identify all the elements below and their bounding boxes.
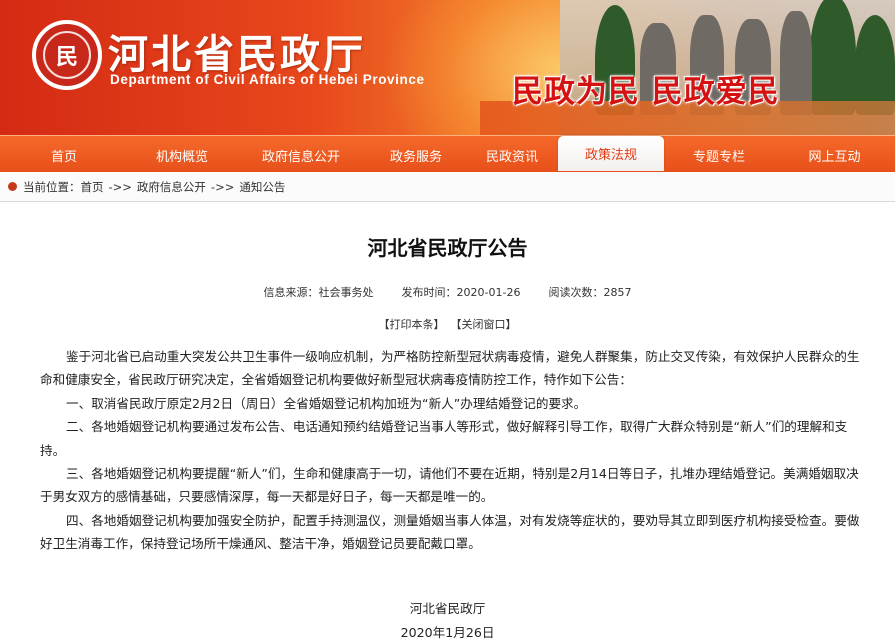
nav-interaction[interactable]: 网上互动 xyxy=(774,139,895,171)
site-title-english: Department of Civil Affairs of Hebei Pro… xyxy=(110,72,425,87)
breadcrumb-gov-info[interactable]: 政府信息公开 xyxy=(137,179,206,195)
main-nav: 首页 机构概览 政府信息公开 政务服务 民政资讯 政策法规 专题专栏 网上互动 xyxy=(0,135,895,172)
meta-views: 阅读次数：2857 xyxy=(548,284,631,300)
nav-news[interactable]: 民政资讯 xyxy=(466,139,558,171)
meta-views-value: 2857 xyxy=(603,286,632,299)
nav-home[interactable]: 首页 xyxy=(0,139,128,171)
article-sign-date: 2020年1月26日 xyxy=(400,625,495,640)
close-window-link[interactable]: 【关闭窗口】 xyxy=(451,316,517,332)
banner-tree xyxy=(855,15,895,115)
print-link[interactable]: 【打印本条】 xyxy=(379,316,445,332)
article-paragraph: 四、各地婚姻登记机构要加强安全防护，配置手持测温仪，测量婚姻当事人体温，对有发烧… xyxy=(40,512,860,552)
meta-date-value: 2020-01-26 xyxy=(456,286,521,299)
article-tools: 【打印本条】 【关闭窗口】 xyxy=(0,316,895,332)
banner-tree xyxy=(810,0,856,115)
site-slogan: 民政为民 民政爱民 xyxy=(512,74,780,110)
meta-source: 信息来源：社会事务处 xyxy=(264,284,374,300)
article-paragraph: 一、取消省民政厅原定2月2日（周日）全省婚姻登记机构加班为“新人”办理结婚登记的… xyxy=(66,395,587,411)
article-paragraph: 二、各地婚姻登记机构要通过发布公告、电话通知预约结婚登记当事人等形式，做好解释引… xyxy=(40,419,848,458)
meta-views-label: 阅读次数： xyxy=(548,286,604,299)
banner-statue xyxy=(780,11,812,115)
location-pin-icon xyxy=(8,182,17,191)
meta-date-label: 发布时间： xyxy=(401,286,457,299)
nav-gov-info[interactable]: 政府信息公开 xyxy=(236,139,366,171)
meta-source-value: 社会事务处 xyxy=(318,286,374,299)
breadcrumb-home[interactable]: 首页 xyxy=(81,179,104,195)
meta-date: 发布时间：2020-01-26 xyxy=(402,284,521,300)
article-paragraph: 鉴于河北省已启动重大突发公共卫生事件一级响应机制，为严格防控新型冠状病毒疫情，避… xyxy=(40,349,860,388)
breadcrumb-separator: ->> xyxy=(210,179,235,194)
site-logo[interactable]: 民 xyxy=(32,20,102,90)
emblem-icon: 民 xyxy=(43,31,91,79)
breadcrumb: 当前位置： 首页 ->> 政府信息公开 ->> 通知公告 xyxy=(0,172,895,202)
article-body: 鉴于河北省已启动重大突发公共卫生事件一级响应机制，为严格防控新型冠状病毒疫情，避… xyxy=(40,345,860,556)
breadcrumb-notices[interactable]: 通知公告 xyxy=(239,179,285,195)
nav-policies[interactable]: 政策法规 xyxy=(558,136,664,171)
nav-org-overview[interactable]: 机构概览 xyxy=(128,139,236,171)
article-meta: 信息来源：社会事务处 发布时间：2020-01-26 阅读次数：2857 xyxy=(0,284,895,300)
nav-services[interactable]: 政务服务 xyxy=(366,139,466,171)
site-banner: 民 河北省民政厅 Department of Civil Affairs of … xyxy=(0,0,895,135)
meta-source-label: 信息来源： xyxy=(263,286,319,299)
breadcrumb-separator: ->> xyxy=(108,179,132,194)
breadcrumb-prefix: 当前位置： xyxy=(23,179,81,194)
article-paragraph: 三、各地婚姻登记机构要提醒“新人”们，生命和健康高于一切，请他们不要在近期，特别… xyxy=(40,466,859,505)
article-title: 河北省民政厅公告 xyxy=(367,236,528,260)
article-signature: 河北省民政厅 xyxy=(409,601,486,616)
nav-topics[interactable]: 专题专栏 xyxy=(664,139,774,171)
